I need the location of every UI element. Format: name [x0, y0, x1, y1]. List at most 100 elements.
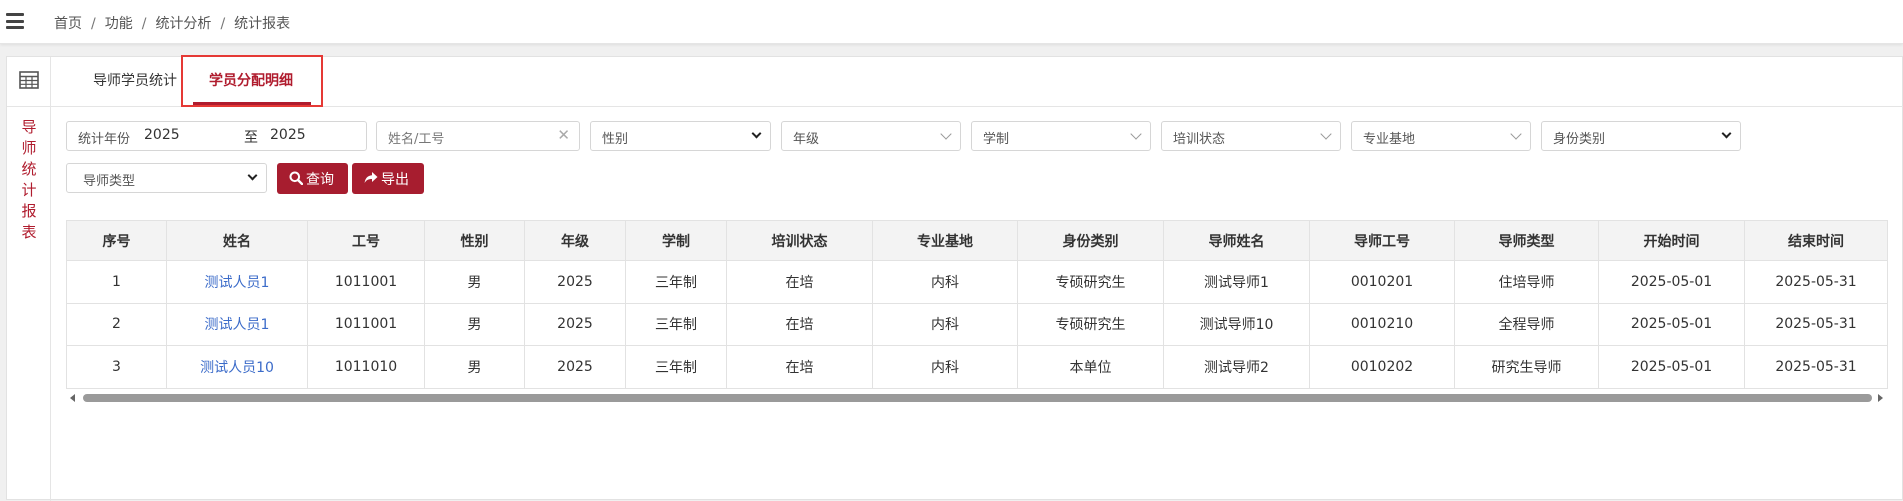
scrollbar-thumb[interactable] — [83, 394, 1872, 402]
table-cell: 男 — [424, 260, 525, 304]
horizontal-scrollbar[interactable] — [66, 391, 1887, 405]
student-name-link[interactable]: 测试人员1 — [166, 302, 308, 346]
table-header-row: 序号 姓名 工号 性别 年级 学制 培训状态 专业基地 身份类别 导师姓名 导师工号 导师类型 开始时间… — [66, 220, 1888, 261]
student-name-link[interactable]: 测试人员10 — [166, 345, 308, 389]
tutor-type-select-value: 导师类型 — [83, 174, 136, 189]
grade-select[interactable]: 年级 — [781, 121, 961, 151]
training-status-select-value: 培训状态 — [1173, 132, 1226, 147]
table-cell: 在培 — [726, 302, 873, 346]
table-cell: 0010201 — [1309, 260, 1455, 304]
breadcrumb-item[interactable]: 功能 — [105, 16, 133, 32]
base-select-value: 专业基地 — [1363, 132, 1416, 147]
chevron-down-icon — [940, 128, 952, 140]
program-select[interactable]: 学制 — [971, 121, 1151, 151]
table-cell: 三年制 — [625, 260, 727, 304]
query-button[interactable]: 查询 — [277, 163, 348, 194]
student-name-link[interactable]: 测试人员1 — [166, 260, 308, 304]
breadcrumb-separator: / — [91, 16, 96, 32]
export-button[interactable]: 导出 — [352, 163, 424, 194]
table-cell: 专硕研究生 — [1017, 302, 1164, 346]
share-icon — [364, 172, 378, 183]
table-cell: 本单位 — [1017, 345, 1164, 389]
table-cell: 测试导师1 — [1163, 260, 1310, 304]
scroll-right-icon[interactable] — [1878, 394, 1883, 402]
table-cell: 2025-05-31 — [1744, 302, 1888, 346]
breadcrumb-item[interactable]: 首页 — [54, 16, 82, 32]
export-button-label: 导出 — [381, 172, 409, 188]
chevron-down-icon — [247, 170, 258, 181]
table-cell: 2025 — [524, 345, 626, 389]
chevron-down-icon — [1510, 128, 1522, 140]
tab-bar: 导师学员统计 学员分配明细 — [51, 55, 1903, 107]
table-icon[interactable] — [19, 71, 39, 89]
column-header: 学制 — [625, 220, 727, 261]
column-header: 培训状态 — [726, 220, 873, 261]
table-cell: 全程导师 — [1454, 302, 1599, 346]
vertical-title-char: 表 — [21, 223, 37, 241]
program-select-value: 学制 — [983, 132, 1010, 147]
query-button-label: 查询 — [306, 172, 334, 188]
table-cell: 男 — [424, 302, 525, 346]
column-header: 姓名 — [166, 220, 308, 261]
vertical-title-char: 计 — [21, 181, 37, 199]
table-cell: 专硕研究生 — [1017, 260, 1164, 304]
table-cell: 2 — [66, 302, 167, 346]
breadcrumb-separator: / — [220, 16, 226, 32]
table-row: 2 测试人员1 1011001 男 2025 三年制 在培 内科 专硕研究生 测试导师10 0010… — [66, 302, 1888, 346]
table-cell: 1 — [66, 260, 167, 304]
table-cell: 内科 — [872, 260, 1018, 304]
table-cell: 测试导师2 — [1163, 345, 1310, 389]
year-from-input[interactable]: 2025 — [144, 127, 180, 143]
tab-tutor-student-stats[interactable]: 导师学员统计 — [93, 70, 177, 90]
column-header: 导师工号 — [1309, 220, 1455, 261]
year-label: 统计年份 — [78, 132, 131, 147]
table-cell: 1011001 — [307, 260, 425, 304]
column-header: 年级 — [524, 220, 626, 261]
gender-select[interactable]: 性别 — [590, 121, 771, 151]
table-cell: 测试导师10 — [1163, 302, 1310, 346]
training-status-select[interactable]: 培训状态 — [1161, 121, 1341, 151]
active-tab-indicator — [193, 102, 311, 105]
breadcrumb-item[interactable]: 统计分析 — [155, 16, 211, 32]
clear-icon[interactable]: ✕ — [557, 126, 570, 144]
identity-select[interactable]: 身份类别 — [1541, 121, 1741, 151]
table-cell: 1011010 — [307, 345, 425, 389]
tutor-type-select[interactable]: 导师类型 — [66, 163, 267, 193]
table-cell: 住培导师 — [1454, 260, 1599, 304]
year-to-label: 至 — [244, 130, 258, 146]
table-row: 3 测试人员10 1011010 男 2025 三年制 在培 内科 本单位 测试导师2 001020… — [66, 345, 1888, 389]
vertical-title-char: 导 — [21, 118, 37, 136]
table-cell: 2025-05-31 — [1744, 260, 1888, 304]
allocation-table: 序号 姓名 工号 性别 年级 学制 培训状态 专业基地 身份类别 导师姓名 导师工号 导师类型 开始时间… — [66, 220, 1888, 389]
table-cell: 2025-05-01 — [1598, 260, 1745, 304]
table-cell: 1011001 — [307, 302, 425, 346]
chevron-down-icon — [1130, 128, 1142, 140]
name-id-input[interactable]: 姓名/工号 ✕ — [376, 121, 580, 151]
table-cell: 2025-05-01 — [1598, 345, 1745, 389]
table-cell: 三年制 — [625, 302, 727, 346]
search-icon — [289, 171, 303, 185]
table-cell: 2025-05-01 — [1598, 302, 1745, 346]
table-cell: 内科 — [872, 345, 1018, 389]
column-header: 导师类型 — [1454, 220, 1599, 261]
column-header: 工号 — [307, 220, 425, 261]
table-row: 1 测试人员1 1011001 男 2025 三年制 在培 内科 专硕研究生 测试导师1 00102… — [66, 260, 1888, 304]
scroll-left-icon[interactable] — [70, 394, 75, 402]
breadcrumb: 首页 / 功能 / 统计分析 / 统计报表 — [54, 13, 290, 33]
table-cell: 研究生导师 — [1454, 345, 1599, 389]
tab-student-allocation-detail[interactable]: 学员分配明细 — [209, 70, 293, 90]
column-header: 序号 — [66, 220, 167, 261]
column-header: 身份类别 — [1017, 220, 1164, 261]
column-header: 结束时间 — [1744, 220, 1888, 261]
table-cell: 0010202 — [1309, 345, 1455, 389]
identity-select-value: 身份类别 — [1553, 132, 1606, 147]
column-header: 性别 — [424, 220, 525, 261]
menu-icon[interactable] — [6, 13, 24, 29]
vertical-title-char: 统 — [21, 160, 37, 178]
name-id-placeholder: 姓名/工号 — [388, 132, 445, 147]
base-select[interactable]: 专业基地 — [1351, 121, 1531, 151]
year-to-input[interactable]: 2025 — [270, 127, 306, 143]
year-range-field: 统计年份 2025 至 2025 — [66, 121, 367, 151]
table-cell: 2025 — [524, 302, 626, 346]
chevron-down-icon — [751, 128, 762, 139]
